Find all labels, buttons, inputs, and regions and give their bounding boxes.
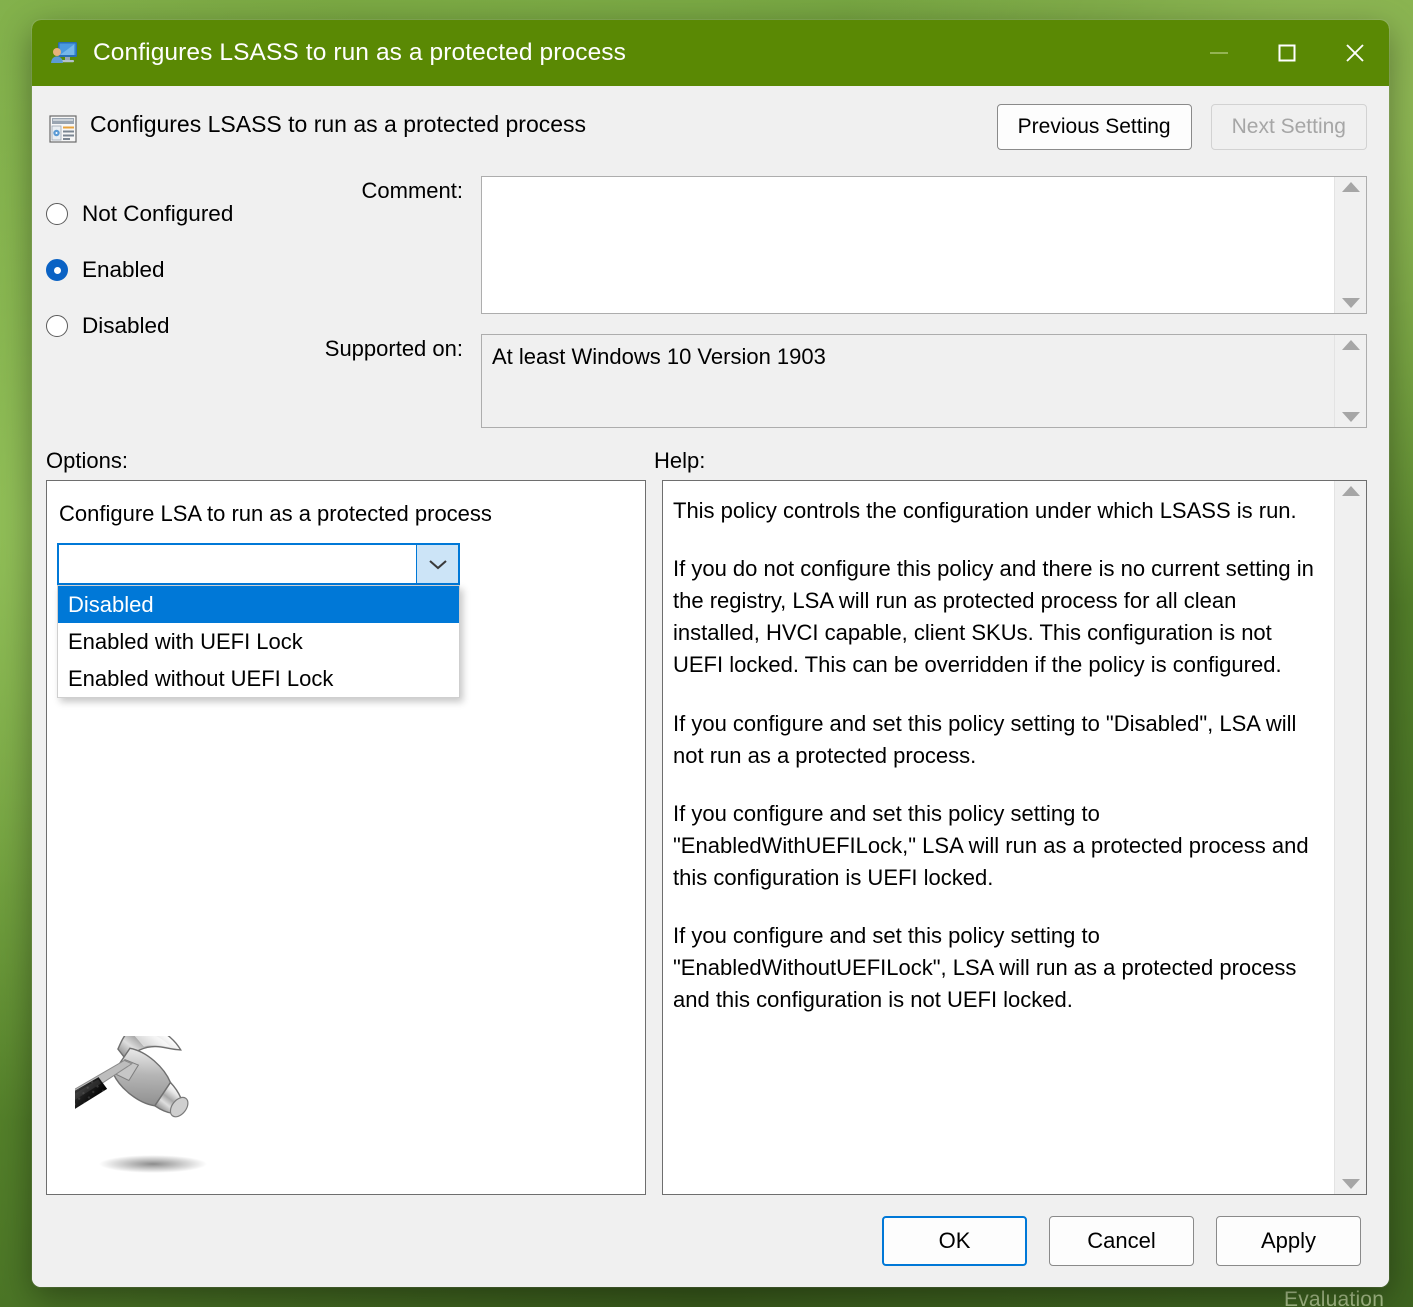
help-paragraph: This policy controls the configuration u… xyxy=(673,495,1318,527)
supported-on-textbox: At least Windows 10 Version 1903 xyxy=(481,334,1367,428)
radio-indicator-enabled xyxy=(46,259,68,281)
comment-scrollbar[interactable] xyxy=(1334,177,1366,313)
setting-header: Configures LSASS to run as a protected p… xyxy=(32,86,1389,168)
window-title: Configures LSASS to run as a protected p… xyxy=(93,39,626,67)
lsa-mode-combobox-wrap: Disabled Enabled with UEFI Lock Enabled … xyxy=(57,543,460,585)
chevron-down-icon[interactable] xyxy=(416,545,458,583)
apply-button[interactable]: Apply xyxy=(1216,1216,1361,1266)
policy-setting-dialog: Configures LSASS to run as a protected p… xyxy=(32,20,1389,1287)
policy-state-radiogroup: Not Configured Enabled Disabled xyxy=(46,176,296,436)
help-label: Help: xyxy=(654,448,705,473)
radio-indicator-disabled xyxy=(46,315,68,337)
close-icon[interactable] xyxy=(1321,20,1389,86)
setting-nav-buttons: Previous Setting Next Setting xyxy=(997,104,1367,150)
dropdown-option-enabled-with-uefi-lock[interactable]: Enabled with UEFI Lock xyxy=(58,623,459,660)
supported-on-label: Supported on: xyxy=(296,334,481,362)
help-scrollbar[interactable] xyxy=(1334,481,1366,1194)
state-and-metadata: Not Configured Enabled Disabled Comment: xyxy=(32,168,1389,436)
cancel-button[interactable]: Cancel xyxy=(1049,1216,1194,1266)
scroll-up-icon[interactable] xyxy=(1342,182,1360,192)
maximize-icon[interactable] xyxy=(1253,20,1321,86)
scroll-down-icon[interactable] xyxy=(1342,1179,1360,1189)
lsa-mode-combobox[interactable] xyxy=(57,543,460,585)
help-paragraph: If you do not configure this policy and … xyxy=(673,553,1318,681)
dialog-footer: OK Cancel Apply xyxy=(32,1195,1389,1287)
help-paragraph: If you configure and set this policy set… xyxy=(673,920,1318,1016)
window-titlebar: Configures LSASS to run as a protected p… xyxy=(32,20,1389,86)
dropdown-option-disabled[interactable]: Disabled xyxy=(58,586,459,623)
scroll-up-icon[interactable] xyxy=(1342,486,1360,496)
radio-indicator-not-configured xyxy=(46,203,68,225)
help-text: This policy controls the configuration u… xyxy=(663,481,1334,1194)
policy-editor-icon xyxy=(49,38,79,68)
help-paragraph: If you configure and set this policy set… xyxy=(673,708,1318,772)
comment-row: Comment: xyxy=(296,176,1367,316)
supported-on-scrollbar[interactable] xyxy=(1334,335,1366,427)
radio-label-enabled: Enabled xyxy=(82,257,165,283)
supported-on-row: Supported on: At least Windows 10 Versio… xyxy=(296,334,1367,430)
help-label-wrap: Help: xyxy=(654,448,705,474)
supported-on-value: At least Windows 10 Version 1903 xyxy=(482,335,1334,427)
option-setting-title: Configure LSA to run as a protected proc… xyxy=(47,481,645,527)
dialog-body: Configures LSASS to run as a protected p… xyxy=(32,86,1389,1287)
minimize-icon[interactable] xyxy=(1185,20,1253,86)
previous-setting-button[interactable]: Previous Setting xyxy=(997,104,1192,150)
radio-enabled[interactable]: Enabled xyxy=(46,242,296,298)
scroll-up-icon[interactable] xyxy=(1342,340,1360,350)
options-label-wrap: Options: xyxy=(46,448,654,474)
radio-disabled[interactable]: Disabled xyxy=(46,298,296,354)
ok-button[interactable]: OK xyxy=(882,1216,1027,1266)
help-paragraph: If you configure and set this policy set… xyxy=(673,798,1318,894)
scroll-down-icon[interactable] xyxy=(1342,412,1360,422)
policy-name: Configures LSASS to run as a protected p… xyxy=(90,111,586,138)
desktop-watermark-text: Evaluation xyxy=(1284,1288,1384,1307)
content-panels: Configure LSA to run as a protected proc… xyxy=(32,480,1389,1195)
desktop-background: Evaluation Configures LSASS to run as a … xyxy=(0,0,1413,1307)
radio-label-disabled: Disabled xyxy=(82,313,170,339)
hammer-icon xyxy=(75,1036,255,1186)
options-panel: Configure LSA to run as a protected proc… xyxy=(46,480,646,1195)
policy-setting-icon xyxy=(48,114,78,144)
lsa-mode-value[interactable] xyxy=(59,545,416,583)
panel-labels: Options: Help: xyxy=(32,436,1389,480)
dropdown-option-enabled-without-uefi-lock[interactable]: Enabled without UEFI Lock xyxy=(58,660,459,697)
help-panel: This policy controls the configuration u… xyxy=(662,480,1367,1195)
comment-label: Comment: xyxy=(296,176,481,204)
lsa-mode-dropdown-list[interactable]: Disabled Enabled with UEFI Lock Enabled … xyxy=(57,585,460,698)
comment-value[interactable] xyxy=(482,177,1334,313)
scroll-down-icon[interactable] xyxy=(1342,298,1360,308)
next-setting-button[interactable]: Next Setting xyxy=(1211,104,1367,150)
radio-label-not-configured: Not Configured xyxy=(82,201,233,227)
metadata-fields: Comment: Supported on: At least W xyxy=(296,176,1367,436)
comment-textbox[interactable] xyxy=(481,176,1367,314)
radio-not-configured[interactable]: Not Configured xyxy=(46,186,296,242)
options-label: Options: xyxy=(46,448,128,473)
